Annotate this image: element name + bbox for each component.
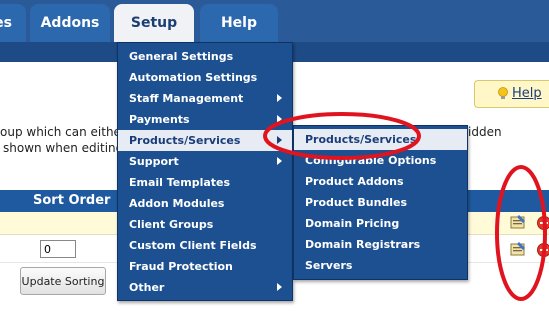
menu-item-label: Custom Client Fields — [129, 239, 257, 252]
edit-icon[interactable] — [510, 215, 526, 229]
tab-label: Help — [220, 15, 258, 31]
sort-order-header[interactable]: Sort Order — [33, 193, 110, 208]
description-right: idden — [468, 125, 502, 139]
help-link[interactable]: Help — [512, 86, 542, 101]
menu-item-client-groups[interactable]: Client Groups — [118, 214, 292, 235]
tab-addons[interactable]: Addons — [30, 4, 110, 42]
menu-item-fraud-protection[interactable]: Fraud Protection — [118, 256, 292, 277]
menu-item-automation-settings[interactable]: Automation Settings — [118, 67, 292, 88]
menu-item-general-settings[interactable]: General Settings — [118, 46, 292, 67]
menu-item-addon-modules[interactable]: Addon Modules — [118, 193, 292, 214]
products-services-submenu: Products/Services Configurable Options P… — [293, 125, 468, 280]
tab-label: Addons — [40, 15, 100, 31]
menu-item-label: Other — [129, 281, 165, 294]
menu-item-support[interactable]: Support — [118, 151, 292, 172]
description-line-2: shown when editing — [3, 141, 124, 155]
menu-item-label: Client Groups — [129, 218, 214, 231]
menu-item-payments[interactable]: Payments — [118, 109, 292, 130]
submenu-item-product-bundles[interactable]: Product Bundles — [294, 192, 467, 213]
menu-item-label: Products/Services — [305, 133, 417, 146]
chevron-right-icon — [277, 157, 282, 165]
submenu-item-configurable-options[interactable]: Configurable Options — [294, 150, 467, 171]
menu-item-label: Domain Registrars — [305, 238, 421, 251]
tab-modules[interactable]: es — [0, 4, 26, 42]
menu-item-label: Fraud Protection — [129, 260, 233, 273]
chevron-right-icon — [277, 136, 282, 144]
menu-item-staff-management[interactable]: Staff Management — [118, 88, 292, 109]
submenu-item-product-addons[interactable]: Product Addons — [294, 171, 467, 192]
tab-setup[interactable]: Setup — [114, 4, 194, 42]
menu-item-email-templates[interactable]: Email Templates — [118, 172, 292, 193]
menu-item-label: Product Addons — [305, 175, 404, 188]
submenu-item-servers[interactable]: Servers — [294, 255, 467, 276]
tab-help[interactable]: Help — [200, 4, 278, 42]
chevron-right-icon — [277, 115, 282, 123]
menu-item-label: Staff Management — [129, 92, 244, 105]
menu-item-other[interactable]: Other — [118, 277, 292, 298]
setup-dropdown-menu: General Settings Automation Settings Sta… — [117, 42, 293, 301]
description-line-1: oup which can either — [0, 125, 126, 139]
sort-order-input[interactable] — [40, 240, 76, 258]
menu-item-label: Domain Pricing — [305, 217, 400, 230]
menu-item-label: Configurable Options — [305, 154, 437, 167]
menu-item-label: Products/Services — [129, 134, 241, 147]
chevron-right-icon — [277, 94, 282, 102]
menu-item-label: Email Templates — [129, 176, 231, 189]
submenu-item-domain-registrars[interactable]: Domain Registrars — [294, 234, 467, 255]
menu-item-label: Automation Settings — [129, 71, 258, 84]
edit-icon[interactable] — [510, 242, 526, 256]
delete-icon[interactable] — [537, 216, 549, 230]
chevron-right-icon — [277, 283, 282, 291]
menu-item-label: Servers — [305, 259, 353, 272]
submenu-item-products-services[interactable]: Products/Services — [294, 129, 467, 150]
tab-label: es — [0, 15, 12, 31]
update-sorting-button[interactable]: Update Sorting — [20, 267, 106, 295]
menu-item-label: Addon Modules — [129, 197, 225, 210]
lightbulb-icon — [498, 87, 508, 99]
tab-label: Setup — [130, 15, 178, 31]
menu-item-label: General Settings — [129, 50, 234, 63]
menu-item-products-services[interactable]: Products/Services — [118, 130, 292, 151]
menu-item-label: Product Bundles — [305, 196, 408, 209]
delete-icon[interactable] — [537, 243, 549, 257]
submenu-item-domain-pricing[interactable]: Domain Pricing — [294, 213, 467, 234]
menu-item-label: Payments — [129, 113, 190, 126]
menu-item-label: Support — [129, 155, 179, 168]
menu-item-custom-client-fields[interactable]: Custom Client Fields — [118, 235, 292, 256]
